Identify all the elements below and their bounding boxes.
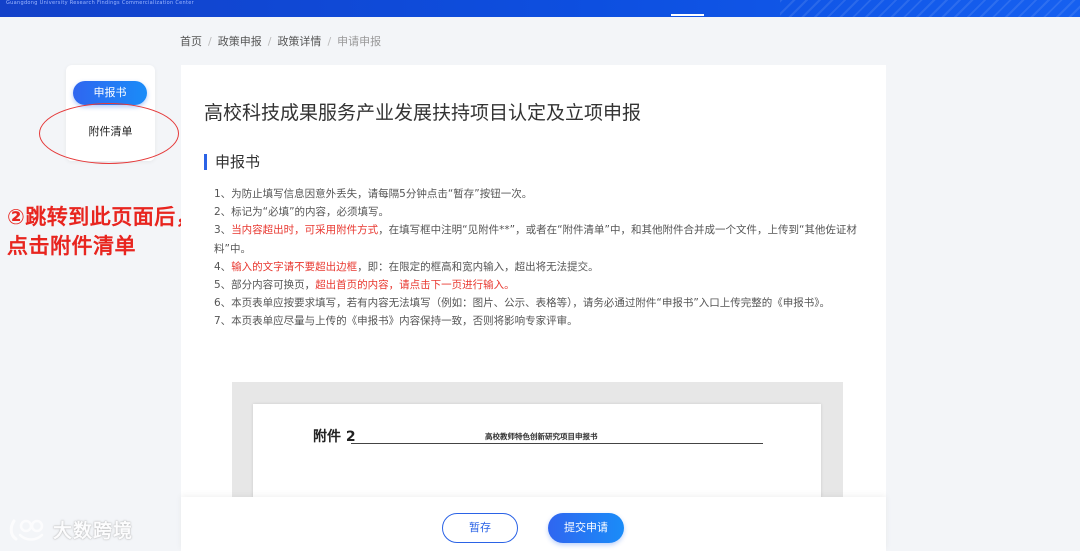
top-header: Guangdong University Research Findings C… (0, 0, 1080, 17)
instruction-item: 4、输入的文字请不要超出边框，即：在限定的框高和宽内输入，超出将无法提交。 (214, 258, 864, 276)
instruction-text: 6、本页表单应按要求填写，若有内容无法填写（例如：图片、公示、表格等），请务必通… (214, 297, 831, 310)
instruction-item: 3、当内容超出时，可采用附件方式，在填写框中注明“见附件**”，或者在“附件清单… (214, 221, 864, 257)
instruction-text: 7、本页表单应尽量与上传的《申报书》内容保持一致，否则将影响专家评审。 (214, 315, 578, 328)
instruction-highlight: 当内容超出时，可采用附件方式 (231, 224, 379, 237)
nav-active-indicator (671, 14, 704, 16)
breadcrumb-separator: / (267, 35, 272, 48)
header-pattern (780, 0, 1080, 17)
submit-application-button[interactable]: 提交申请 (548, 513, 624, 543)
side-nav-application-form[interactable]: 申报书 (73, 81, 147, 105)
instructions-list: 1、为防止填写信息因意外丢失，请每隔5分钟点击“暂存”按钮一次。 2、标记为“必填… (214, 185, 864, 331)
watermark-text: 大数跨境 (53, 520, 134, 542)
instruction-text: 4、 (214, 260, 232, 273)
breadcrumb: 首页 / 政策申报 / 政策详情 / 申请申报 (180, 33, 381, 49)
preview-attachment-label: 附件 2 (313, 429, 356, 445)
annotation-circle (39, 103, 179, 164)
org-name: Guangdong University Research Findings C… (6, 0, 194, 6)
action-bar: 暂存 提交申请 (181, 497, 886, 551)
instruction-text: 3、 (214, 224, 232, 237)
breadcrumb-policy-apply[interactable]: 政策申报 (218, 33, 262, 49)
watermark-logo-icon (9, 519, 44, 541)
preview-underline (351, 443, 763, 444)
instruction-text: 1、为防止填写信息因意外丢失，请每隔5分钟点击“暂存”按钮一次。 (214, 188, 533, 200)
watermark: 大数跨境 (8, 516, 133, 543)
main-content: 高校科技成果服务产业发展扶持项目认定及立项申报 申报书 1、为防止填写信息因意外… (181, 65, 886, 551)
breadcrumb-separator: / (327, 35, 332, 48)
breadcrumb-current: 申请申报 (337, 35, 382, 48)
instruction-text: 2、标记为“必填”的内容，必须填写。 (214, 206, 390, 219)
instruction-item: 1、为防止填写信息因意外丢失，请每隔5分钟点击“暂存”按钮一次。 (214, 185, 864, 203)
instruction-highlight: 输入的文字请不要超出边框 (231, 260, 358, 273)
breadcrumb-policy-detail[interactable]: 政策详情 (277, 33, 321, 49)
instruction-item: 5、部分内容可换页，超出首页的内容，请点击下一页进行输入。 (214, 276, 864, 294)
breadcrumb-separator: / (208, 35, 212, 48)
instruction-item: 2、标记为“必填”的内容，必须填写。 (214, 203, 864, 221)
instruction-text: ，即：在限定的框高和宽内输入，超出将无法提交。 (357, 260, 599, 273)
instruction-item: 6、本页表单应按要求填写，若有内容无法填写（例如：图片、公示、表格等），请务必通… (214, 294, 864, 312)
breadcrumb-home[interactable]: 首页 (180, 33, 202, 49)
instruction-highlight: 超出首页的内容，请点击下一页进行输入。 (315, 279, 515, 292)
section-title: 申报书 (204, 154, 260, 170)
instruction-item: 7、本页表单应尽量与上传的《申报书》内容保持一致，否则将影响专家评审。 (214, 312, 864, 330)
instruction-text: 5、部分内容可换页， (214, 279, 316, 292)
save-draft-button[interactable]: 暂存 (442, 513, 518, 543)
page-title: 高校科技成果服务产业发展扶持项目认定及立项申报 (204, 102, 642, 124)
preview-doc-title: 高校教师特色创新研究项目申报书 (485, 432, 598, 441)
